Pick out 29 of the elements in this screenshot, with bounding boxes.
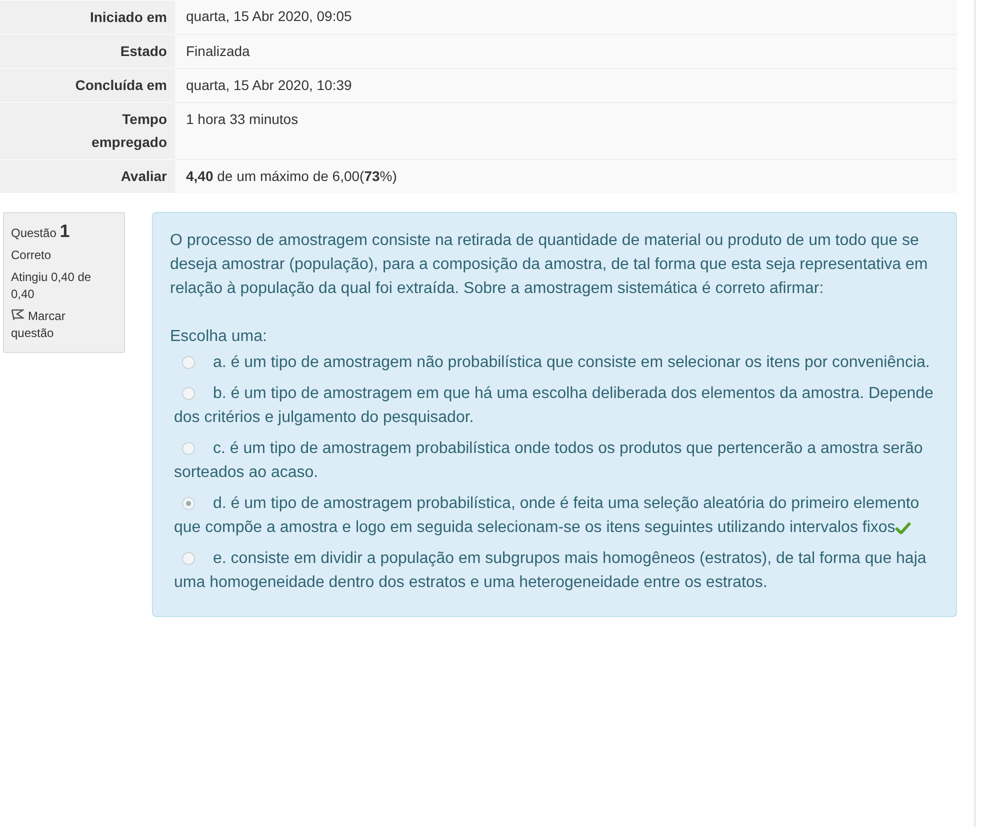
question-title: Questão <box>11 226 58 240</box>
answer-option[interactable]: c. é um tipo de amostragem probabilística onde todos os produtos que pertencerão a amostra serão sorteados ao acaso. <box>174 437 938 485</box>
radio-button[interactable] <box>182 552 195 565</box>
summary-label: Iniciado em <box>0 0 175 34</box>
radio-button[interactable] <box>182 442 195 455</box>
summary-value: 4,40 de um máximo de 6,00(73%) <box>175 159 957 193</box>
summary-value: Finalizada <box>175 34 957 68</box>
summary-label: Concluída em <box>0 68 175 102</box>
answer-option[interactable]: a. é um tipo de amostragem não probabilística que consiste em selecionar os itens por conveniência. <box>174 351 938 375</box>
check-icon <box>895 522 912 534</box>
question-number: 1 <box>60 221 70 241</box>
radio-button[interactable] <box>182 497 195 510</box>
radio-button[interactable] <box>182 356 195 369</box>
question-text: O processo de amostragem consiste na retirada de quantidade de material ou produto de um todo que se deseja amostrar (população), para a composição da amostra, de tal forma que esta seja representativa em relação à população da qual foi extraída. Sobre a amostragem sistemática é correto afirmar: <box>170 231 929 299</box>
answer-prompt: Escolha uma: <box>170 327 268 347</box>
answer-option[interactable]: b. é um tipo de amostragem em que há uma escolha deliberada dos elementos da amostra. Depende dos critérios e julgamento do pesquisador. <box>174 382 938 430</box>
summary-value: quarta, 15 Abr 2020, 10:39 <box>175 68 957 102</box>
answer-option[interactable]: e. consiste em dividir a população em subgrupos mais homogêneos (estratos), de tal forma que haja uma homogeneidade dentro dos estratos e uma heterogeneidade entre os estratos. <box>174 547 938 595</box>
answer-option[interactable]: d. é um tipo de amostragem probabilística, onde é feita uma seleção aleatória do primeiro elemento que compõe a amostra e logo em seguida selecionam-se os itens seguintes utilizando intervalos fixos <box>174 492 938 540</box>
question-state: Correto <box>11 247 52 264</box>
radio-button[interactable] <box>182 387 195 400</box>
summary-value: quarta, 15 Abr 2020, 09:05 <box>175 0 957 34</box>
question-grade: Atingiu 0,40 de 0,40 <box>11 269 92 303</box>
summary-label: Avaliar <box>0 159 175 193</box>
summary-label: Tempo empregado <box>0 102 175 159</box>
flag-question-link[interactable]: Marcar questão <box>11 308 91 342</box>
flag-icon <box>11 309 24 321</box>
summary-value: 1 hora 33 minutos <box>175 102 957 159</box>
summary-label: Estado <box>0 34 175 68</box>
